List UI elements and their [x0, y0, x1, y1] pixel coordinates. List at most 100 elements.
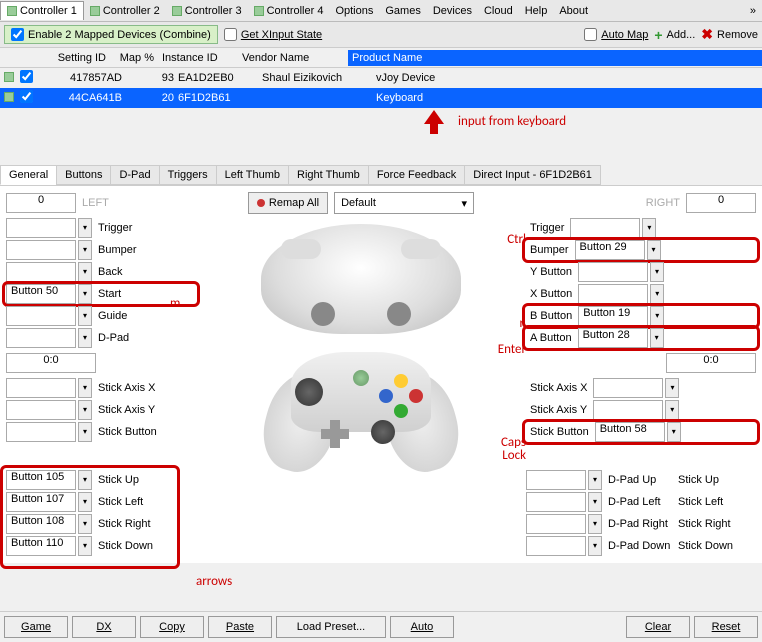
left-binding-input[interactable]: Button 50 — [6, 284, 76, 304]
preset-select[interactable]: Default▾ — [334, 192, 474, 214]
annotation-enter: Enter — [498, 342, 526, 357]
binding-input[interactable] — [526, 470, 586, 490]
right-binding-input[interactable] — [593, 400, 663, 420]
device-row[interactable]: 417857AD93EA1D2EB0Shaul EizikovichvJoy D… — [0, 68, 762, 88]
binding-input[interactable] — [526, 536, 586, 556]
left-binding-input[interactable] — [6, 378, 76, 398]
left-binding-input[interactable] — [6, 328, 76, 348]
plus-icon: + — [654, 27, 662, 43]
tab-general[interactable]: General — [0, 165, 57, 185]
device-enable-checkbox[interactable] — [20, 70, 33, 83]
menu-help[interactable]: Help — [519, 2, 554, 20]
dropdown-icon[interactable]: ▾ — [78, 284, 92, 304]
tab-left-thumb[interactable]: Left Thumb — [216, 165, 289, 185]
left-binding-input[interactable]: Button 110 — [6, 536, 76, 556]
dropdown-icon[interactable]: ▾ — [647, 240, 661, 260]
remove-button[interactable]: ✖Remove — [701, 26, 758, 43]
right-binding-input[interactable]: Button 58 — [595, 422, 665, 442]
dropdown-icon[interactable]: ▾ — [78, 328, 92, 348]
dropdown-icon[interactable]: ▾ — [78, 536, 92, 556]
menu-about[interactable]: About — [553, 2, 594, 20]
device-enable-checkbox[interactable] — [20, 90, 33, 103]
left-binding-input[interactable] — [6, 422, 76, 442]
binding-label: Stick Down — [94, 540, 157, 552]
controller-tab-2[interactable]: Controller 2 — [84, 2, 166, 20]
controller-tab-1[interactable]: Controller 1 — [0, 1, 84, 20]
right-binding-input[interactable]: Button 19 — [578, 306, 648, 326]
tab-right-thumb[interactable]: Right Thumb — [288, 165, 369, 185]
right-binding-input[interactable] — [593, 378, 663, 398]
load-preset-button[interactable]: Load Preset... — [276, 616, 386, 638]
left-binding-input[interactable] — [6, 400, 76, 420]
dropdown-icon[interactable]: ▾ — [78, 492, 92, 512]
dropdown-icon[interactable]: ▾ — [78, 400, 92, 420]
tab-triggers[interactable]: Triggers — [159, 165, 217, 185]
menu-games[interactable]: Games — [379, 2, 426, 20]
binding-input[interactable] — [526, 514, 586, 534]
dropdown-icon[interactable]: ▾ — [78, 262, 92, 282]
right-binding-input[interactable]: Button 28 — [578, 328, 648, 348]
left-binding-input[interactable]: Button 108 — [6, 514, 76, 534]
dropdown-icon[interactable]: ▾ — [588, 514, 602, 534]
dropdown-icon[interactable]: ▾ — [650, 306, 664, 326]
get-xinput-checkbox[interactable]: Get XInput State — [224, 28, 322, 41]
device-table: 417857AD93EA1D2EB0Shaul EizikovichvJoy D… — [0, 68, 762, 108]
left-binding-input[interactable]: Button 107 — [6, 492, 76, 512]
auto-button[interactable]: Auto — [390, 616, 454, 638]
left-binding-input[interactable] — [6, 306, 76, 326]
add-button[interactable]: +Add... — [654, 27, 695, 43]
right-binding-input[interactable] — [570, 218, 640, 238]
menu-options[interactable]: Options — [329, 2, 379, 20]
tab-direct-input-6f1d2b61[interactable]: Direct Input - 6F1D2B61 — [464, 165, 601, 185]
tab-d-pad[interactable]: D-Pad — [110, 165, 159, 185]
clear-button[interactable]: Clear — [626, 616, 690, 638]
controller-tab-4[interactable]: Controller 4 — [248, 2, 330, 20]
dropdown-icon[interactable]: ▾ — [667, 422, 681, 442]
controller-tab-3[interactable]: Controller 3 — [166, 2, 248, 20]
paste-button[interactable]: Paste — [208, 616, 272, 638]
menu-cloud[interactable]: Cloud — [478, 2, 519, 20]
binding-input[interactable] — [526, 492, 586, 512]
left-binding-input[interactable]: Button 105 — [6, 470, 76, 490]
right-column: RIGHT0 Trigger▾BumperButton 29▾Y Button▾… — [526, 192, 756, 557]
right-binding-input[interactable]: Button 29 — [575, 240, 645, 260]
binding-label: Guide — [94, 310, 131, 322]
left-binding-input[interactable] — [6, 240, 76, 260]
dropdown-icon[interactable]: ▾ — [588, 492, 602, 512]
binding-label: Stick Button — [526, 426, 593, 438]
binding-label: Trigger — [526, 222, 568, 234]
dropdown-icon[interactable]: ▾ — [78, 422, 92, 442]
reset-button[interactable]: Reset — [694, 616, 758, 638]
binding-label: Stick Axis X — [526, 382, 591, 394]
enable-combine-checkbox[interactable]: Enable 2 Mapped Devices (Combine) — [4, 25, 218, 44]
dx-button[interactable]: DX — [72, 616, 136, 638]
device-row[interactable]: 44CA641B206F1D2B61Keyboard — [0, 88, 762, 108]
automap-checkbox[interactable]: Auto Map — [584, 28, 648, 41]
dropdown-icon[interactable]: ▾ — [78, 514, 92, 534]
binding-label: D-Pad Left — [604, 496, 672, 508]
dropdown-icon[interactable]: ▾ — [650, 284, 664, 304]
right-binding-input[interactable] — [578, 284, 648, 304]
menu-devices[interactable]: Devices — [427, 2, 478, 20]
left-binding-input[interactable] — [6, 218, 76, 238]
dropdown-icon[interactable]: ▾ — [78, 240, 92, 260]
left-binding-input[interactable] — [6, 262, 76, 282]
dropdown-icon[interactable]: ▾ — [78, 378, 92, 398]
dropdown-icon[interactable]: ▾ — [78, 470, 92, 490]
tab-buttons[interactable]: Buttons — [56, 165, 111, 185]
overflow-chevron-icon[interactable]: » — [744, 2, 762, 20]
dropdown-icon[interactable]: ▾ — [642, 218, 656, 238]
dropdown-icon[interactable]: ▾ — [665, 400, 679, 420]
dropdown-icon[interactable]: ▾ — [78, 218, 92, 238]
tab-force-feedback[interactable]: Force Feedback — [368, 165, 465, 185]
copy-button[interactable]: Copy — [140, 616, 204, 638]
dropdown-icon[interactable]: ▾ — [650, 262, 664, 282]
remap-all-button[interactable]: Remap All — [248, 192, 328, 214]
game-button[interactable]: Game — [4, 616, 68, 638]
dropdown-icon[interactable]: ▾ — [650, 328, 664, 348]
dropdown-icon[interactable]: ▾ — [588, 536, 602, 556]
dropdown-icon[interactable]: ▾ — [665, 378, 679, 398]
dropdown-icon[interactable]: ▾ — [78, 306, 92, 326]
dropdown-icon[interactable]: ▾ — [588, 470, 602, 490]
right-binding-input[interactable] — [578, 262, 648, 282]
